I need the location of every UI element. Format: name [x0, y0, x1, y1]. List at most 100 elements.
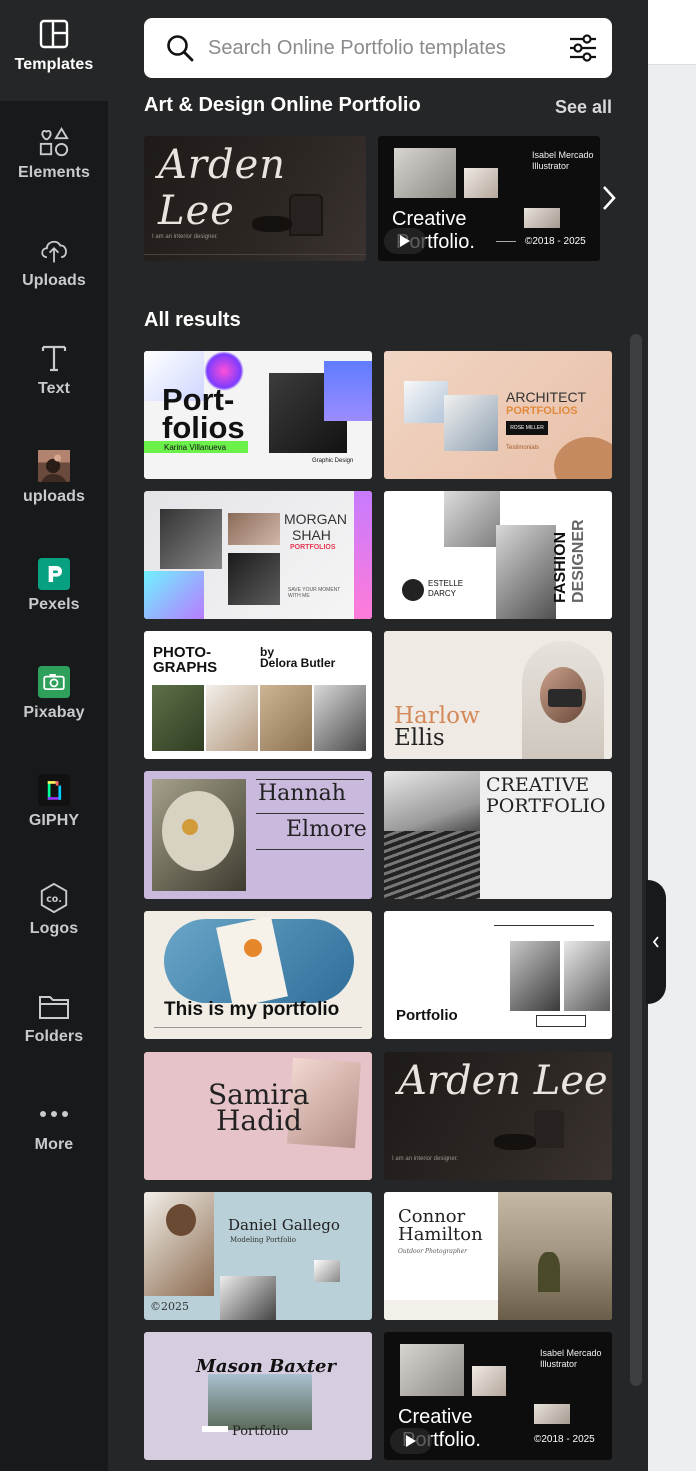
template-card[interactable]: Harlow Ellis [384, 631, 612, 759]
card-headline-1: ARCHITECT [506, 389, 587, 405]
folder-icon [38, 989, 70, 1023]
template-card[interactable]: Isabel Mercado Illustrator Creative Port… [384, 1332, 612, 1460]
rail-label: Text [37, 380, 71, 397]
card-accent [202, 1426, 228, 1432]
table-shape [252, 216, 292, 232]
template-card[interactable]: ARCHITECT PORTFOLIOS ROSE MILLER Testimo… [384, 351, 612, 479]
featured-template-card[interactable]: Arden Lee I am an interior designer. [144, 136, 366, 261]
card-headline-1: PHOTO- [153, 644, 212, 661]
rail-item-more[interactable]: More [0, 1080, 108, 1180]
card-name-2: DARCY [428, 589, 457, 598]
design-canvas [648, 0, 696, 1471]
filter-icon[interactable] [568, 34, 598, 62]
card-photo [208, 1374, 312, 1430]
card-name: Delora Butler [260, 656, 336, 670]
template-card[interactable]: Portfolio [384, 911, 612, 1039]
logos-icon: co. [38, 881, 70, 915]
card-tag: Testimonials [506, 445, 540, 451]
see-all-link[interactable]: See all [555, 97, 612, 118]
card-footer [384, 1300, 498, 1320]
card-headline-2: Hadid [216, 1104, 302, 1137]
rail-label: Pexels [28, 596, 80, 613]
rail-item-pixabay[interactable]: Pixabay [0, 648, 108, 748]
card-headline-1: Hannah [258, 781, 346, 806]
card-photo [524, 208, 560, 228]
rail-item-giphy[interactable]: GIPHY [0, 756, 108, 856]
card-headline-2: Modeling Portfolio [230, 1236, 296, 1244]
collapse-panel-button[interactable] [646, 880, 666, 1004]
card-accent [244, 939, 262, 957]
template-card[interactable]: CREATIVE PORTFOLIO [384, 771, 612, 899]
card-headline-2: Ellis [394, 725, 445, 751]
upload-cloud-icon [38, 233, 70, 267]
divider [256, 779, 364, 780]
rail-item-folders[interactable]: Folders [0, 972, 108, 1072]
more-dots-icon [38, 1097, 70, 1131]
card-headline-2: Hamilton [398, 1224, 483, 1245]
card-photo [404, 381, 448, 423]
rail-item-text[interactable]: Text [0, 324, 108, 424]
search-icon[interactable] [166, 34, 194, 62]
all-results-title: All results [144, 309, 241, 331]
card-name: Isabel Mercado [532, 150, 594, 160]
card-headline-2: SHAH [292, 527, 331, 543]
template-card[interactable]: Connor Hamilton Outdoor Photographer [384, 1192, 612, 1320]
template-card[interactable]: MORGAN SHAH PORTFOLIOS SAVE YOUR MOMENT … [144, 491, 372, 619]
rail-item-user-uploads[interactable]: uploads [0, 432, 108, 532]
card-button: ROSE MILLER [506, 421, 548, 435]
template-card[interactable]: This is my portfolio [144, 911, 372, 1039]
panel-scrollbar[interactable] [630, 334, 642, 1386]
card-photo [394, 148, 456, 198]
card-headline-2: Portfolio [232, 1424, 289, 1439]
rail-label: Elements [18, 164, 90, 181]
play-icon[interactable] [390, 1428, 432, 1454]
rail-item-elements[interactable]: Elements [0, 108, 108, 208]
search-input[interactable] [206, 35, 545, 61]
card-photo [564, 941, 610, 1011]
card-headline-2: DESIGNER [570, 519, 587, 603]
divider [496, 241, 516, 242]
featured-template-card[interactable]: Isabel Mercado Illustrator Creative Port… [378, 136, 600, 261]
template-card[interactable]: Mason Baxter Portfolio [144, 1332, 372, 1460]
user-photo-icon [38, 449, 70, 483]
card-photo [166, 1204, 196, 1236]
card-accent [554, 437, 612, 479]
rail-item-pexels[interactable]: Pexels [0, 540, 108, 640]
featured-section-title: Art & Design Online Portfolio [144, 94, 421, 116]
card-headline-1: MORGAN [284, 511, 347, 527]
rail-label-templates: Templates [14, 56, 94, 73]
card-headline-2: folios [162, 410, 245, 445]
rail-item-templates-active[interactable]: Templates [0, 0, 108, 101]
card-year: ©2025 [150, 1300, 189, 1313]
card-headline-1: CREATIVE [486, 774, 590, 796]
card-headline-1: Mason Baxter [196, 1356, 336, 1377]
rail-label: uploads [22, 488, 86, 505]
card-headline-2: PORTFOLIO [486, 795, 606, 817]
chevron-right-icon[interactable] [598, 176, 620, 220]
template-card[interactable]: Arden Lee I am an interior designer. [384, 1052, 612, 1180]
card-headline: Arden Lee [398, 1058, 608, 1104]
template-card[interactable]: ESTELLE DARCY FASHION DESIGNER [384, 491, 612, 619]
template-card[interactable]: Hannah Elmore [144, 771, 372, 899]
template-card[interactable]: Daniel Gallego Modeling Portfolio ©2025 [144, 1192, 372, 1320]
card-photo [152, 685, 204, 751]
card-headline-2: GRAPHS [153, 659, 218, 676]
card-photo [162, 791, 234, 871]
rail-item-uploads[interactable]: Uploads [0, 216, 108, 316]
template-card[interactable]: Samira Hadid [144, 1052, 372, 1180]
card-photo [314, 685, 366, 751]
rail-label: GIPHY [28, 812, 80, 829]
template-card[interactable]: Port- folios Karina Villanueva Graphic D… [144, 351, 372, 479]
card-headline-2: Elmore [286, 817, 367, 842]
card-photo [444, 395, 498, 451]
card-headline-1: Daniel Gallego [228, 1216, 340, 1234]
text-icon [38, 341, 70, 375]
camera-icon [548, 689, 582, 707]
template-card[interactable]: PHOTO- GRAPHS by Delora Butler [144, 631, 372, 759]
rail-item-logos[interactable]: co. Logos [0, 864, 108, 964]
card-tag: SAVE YOUR MOMENT WITH ME [288, 587, 341, 599]
play-icon[interactable] [384, 228, 426, 254]
card-photo [402, 579, 424, 601]
card-years: ©2018 - 2025 [525, 236, 586, 247]
card-photo [534, 1404, 570, 1424]
